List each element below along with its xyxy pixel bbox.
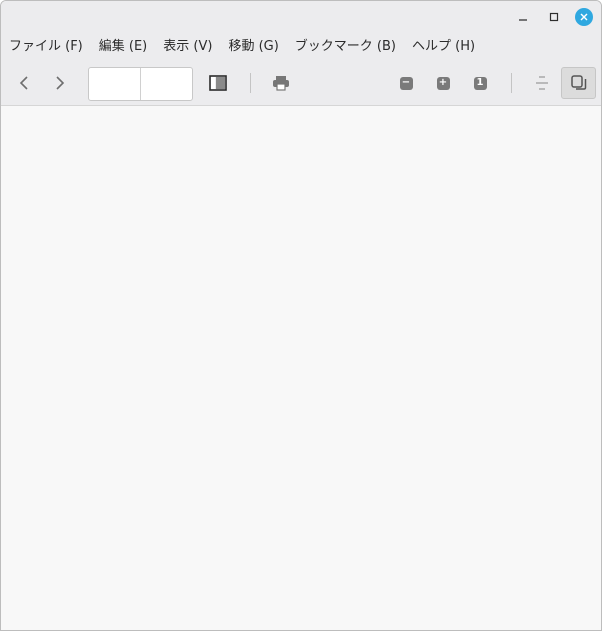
print-button[interactable] — [269, 72, 293, 94]
toolbar: − + 1 — [1, 61, 601, 106]
continuous-scroll-button[interactable] — [531, 72, 553, 94]
continuous-scroll-icon — [536, 76, 548, 90]
document-viewer-window: ファイル (F) 編集 (E) 表示 (V) 移動 (G) ブックマーク (B)… — [0, 0, 602, 631]
menu-go[interactable]: 移動 (G) — [220, 35, 286, 59]
title-bar — [1, 1, 601, 33]
close-button[interactable] — [572, 5, 596, 29]
back-button[interactable] — [11, 70, 37, 96]
minimize-button[interactable] — [511, 5, 535, 29]
original-size-button[interactable]: 1 — [470, 73, 490, 93]
page-selector — [88, 67, 193, 101]
page-count-field — [141, 68, 192, 100]
printer-icon — [273, 76, 289, 91]
document-view-area[interactable] — [1, 106, 601, 630]
toolbar-separator — [250, 73, 251, 93]
maximize-icon — [549, 12, 559, 22]
zoom-out-button[interactable]: − — [396, 73, 416, 93]
minimize-icon — [519, 19, 527, 21]
menu-bookmarks[interactable]: ブックマーク (B) — [287, 35, 404, 59]
original-size-icon: 1 — [473, 76, 487, 90]
dual-page-button[interactable] — [561, 67, 596, 99]
forward-button[interactable] — [47, 70, 73, 96]
toolbar-separator — [511, 73, 512, 93]
page-number-input[interactable] — [89, 68, 141, 100]
minus-icon: − — [399, 76, 413, 90]
menu-edit[interactable]: 編集 (E) — [91, 35, 156, 59]
menu-file[interactable]: ファイル (F) — [1, 35, 91, 59]
maximize-button[interactable] — [542, 5, 566, 29]
sidebar-toggle-icon — [209, 75, 227, 91]
close-icon — [575, 8, 593, 26]
dual-page-icon — [570, 75, 586, 90]
chevron-right-icon — [56, 76, 65, 90]
chevron-left-icon — [19, 76, 28, 90]
menu-view[interactable]: 表示 (V) — [155, 35, 220, 59]
menu-help[interactable]: ヘルプ (H) — [404, 35, 483, 59]
menu-bar: ファイル (F) 編集 (E) 表示 (V) 移動 (G) ブックマーク (B)… — [1, 33, 601, 61]
zoom-in-button[interactable]: + — [433, 73, 453, 93]
plus-icon: + — [436, 76, 450, 90]
sidebar-toggle-button[interactable] — [206, 72, 230, 94]
